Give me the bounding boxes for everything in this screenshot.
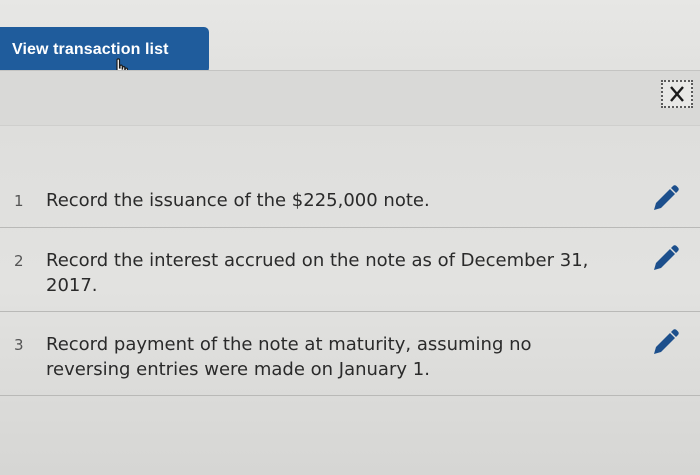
- transaction-description: Record payment of the note at maturity, …: [46, 334, 532, 380]
- transaction-row: 2 Record the interest accrued on the not…: [0, 228, 700, 312]
- view-transaction-list-button[interactable]: View transaction list: [0, 27, 209, 73]
- transaction-row: 1 Record the issuance of the $225,000 no…: [0, 172, 700, 228]
- transaction-list: 1 Record the issuance of the $225,000 no…: [0, 172, 700, 396]
- transaction-description: Record the issuance of the $225,000 note…: [46, 190, 430, 211]
- row-number: 3: [14, 336, 24, 354]
- pencil-icon[interactable]: [650, 244, 680, 274]
- close-button[interactable]: [661, 80, 693, 108]
- transaction-description: Record the interest accrued on the note …: [46, 250, 589, 296]
- transaction-row: 3 Record payment of the note at maturity…: [0, 312, 700, 396]
- toolbar: [0, 70, 700, 126]
- row-number: 1: [14, 192, 24, 210]
- row-number: 2: [14, 252, 24, 270]
- pencil-icon[interactable]: [650, 184, 680, 214]
- close-icon: [670, 86, 684, 102]
- pencil-icon[interactable]: [650, 328, 680, 358]
